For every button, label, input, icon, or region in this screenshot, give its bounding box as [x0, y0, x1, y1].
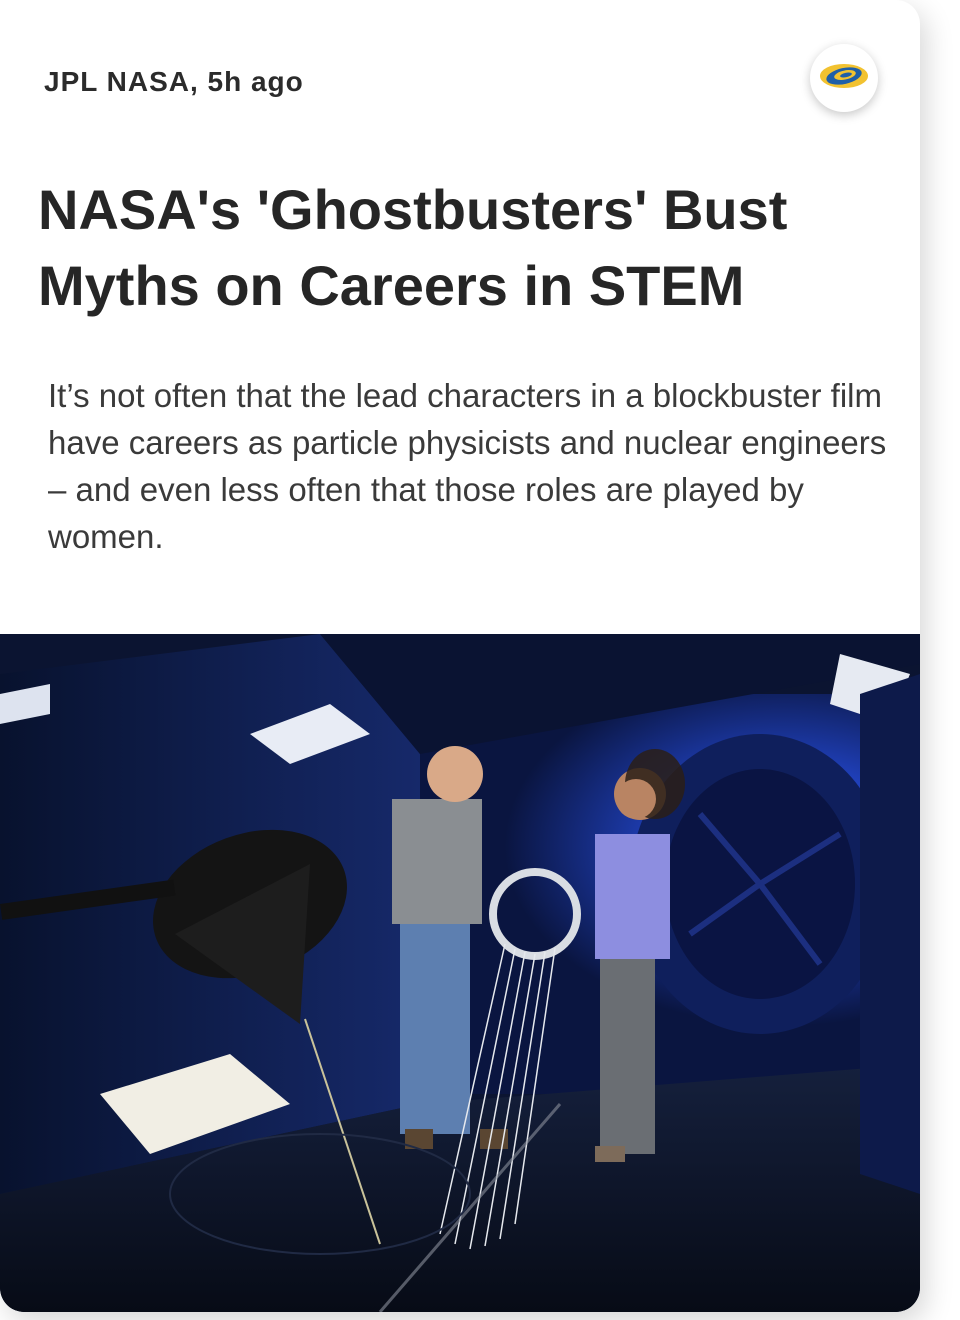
article-headline[interactable]: NASA's 'Ghostbusters' Bust Myths on Care… — [38, 172, 898, 324]
wind-tunnel-photo — [0, 634, 920, 1312]
article-card[interactable]: JPL NASA, 5h ago NASA's 'Ghostbusters' B… — [0, 0, 920, 1312]
jpl-logo-icon — [818, 60, 870, 97]
hero-image[interactable] — [0, 634, 920, 1312]
article-meta: JPL NASA, 5h ago — [44, 66, 304, 97]
article-summary: It’s not often that the lead characters … — [48, 377, 887, 555]
source-badge[interactable] — [810, 44, 878, 112]
